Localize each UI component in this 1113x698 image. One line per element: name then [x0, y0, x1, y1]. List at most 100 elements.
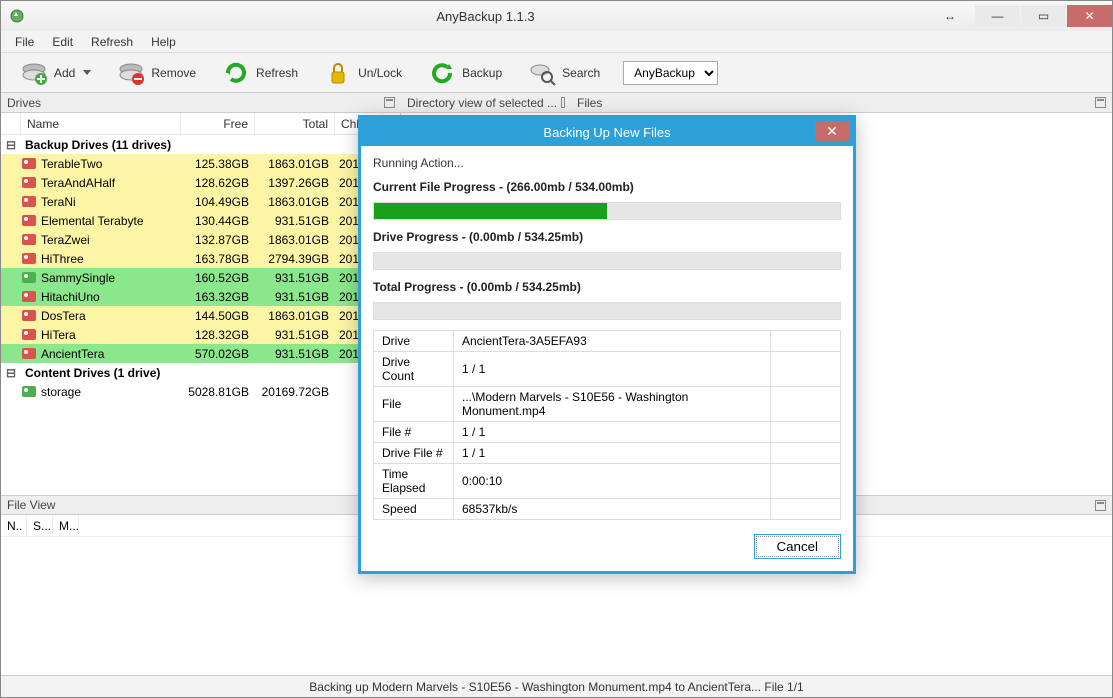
menu-refresh[interactable]: Refresh	[83, 33, 141, 51]
remove-icon	[117, 59, 145, 87]
drive-row[interactable]: AncientTera570.02GB931.51GB2014	[1, 344, 400, 363]
drive-progress-label: Drive Progress - (0.00mb / 534.25mb)	[373, 230, 841, 244]
drive-icon	[21, 310, 37, 321]
drive-name: TeraZwei	[37, 233, 181, 247]
drive-free: 104.49GB	[181, 195, 255, 209]
pane-header-directory[interactable]: Directory view of selected ...	[401, 96, 571, 110]
drive-row[interactable]: TeraAndAHalf128.62GB1397.26GB2014	[1, 173, 400, 192]
fileview-col-m[interactable]: M...	[53, 515, 79, 536]
col-name[interactable]: Name	[21, 113, 181, 134]
drive-name: Elemental Terabyte	[37, 214, 181, 228]
col-free[interactable]: Free	[181, 113, 255, 134]
menu-edit[interactable]: Edit	[44, 33, 81, 51]
info-key: Time Elapsed	[374, 464, 454, 499]
search-icon	[528, 59, 556, 87]
info-key: Speed	[374, 499, 454, 520]
backup-button[interactable]: Backup	[417, 54, 513, 92]
group-backup-drives[interactable]: ⊟ Backup Drives (11 drives)	[1, 135, 400, 154]
drive-row[interactable]: SammySingle160.52GB931.51GB2014	[1, 268, 400, 287]
drive-total: 1863.01GB	[255, 309, 335, 323]
group-content-drives[interactable]: ⊟ Content Drives (1 drive)	[1, 363, 400, 382]
total-progress-label: Total Progress - (0.00mb / 534.25mb)	[373, 280, 841, 294]
current-progress-bar	[373, 202, 841, 220]
drive-row[interactable]: TerableTwo125.38GB1863.01GB2014	[1, 154, 400, 173]
unlock-button[interactable]: Un/Lock	[313, 54, 413, 92]
info-key: File #	[374, 422, 454, 443]
drive-name: TerableTwo	[37, 157, 181, 171]
backup-select[interactable]: AnyBackup	[623, 61, 718, 85]
pane-box-icon[interactable]	[1095, 500, 1106, 511]
drive-icon	[21, 348, 37, 359]
drive-total: 20169.72GB	[255, 385, 335, 399]
info-val: 0:00:10	[454, 464, 771, 499]
dialog-title-bar[interactable]: Backing Up New Files ✕	[361, 118, 853, 146]
drive-name: storage	[37, 385, 181, 399]
col-total[interactable]: Total	[255, 113, 335, 134]
collapse-icon[interactable]: ⊟	[1, 366, 21, 380]
drive-name: HiThree	[37, 252, 181, 266]
refresh-button[interactable]: Refresh	[211, 54, 309, 92]
title-bar[interactable]: AnyBackup 1.1.3 ↔ — ▭ ✕	[1, 1, 1112, 31]
backup-label: Backup	[462, 66, 502, 80]
drive-total: 931.51GB	[255, 290, 335, 304]
unlock-label: Un/Lock	[358, 66, 402, 80]
drive-row[interactable]: TeraZwei132.87GB1863.01GB2014	[1, 230, 400, 249]
app-icon	[9, 8, 25, 24]
info-val: ...\Modern Marvels - S10E56 - Washington…	[454, 387, 771, 422]
fileview-col-s[interactable]: S...	[27, 515, 53, 536]
collapse-icon[interactable]: ⊟	[1, 138, 21, 152]
drive-row[interactable]: HiTera128.32GB931.51GB2014	[1, 325, 400, 344]
cancel-button[interactable]: Cancel	[754, 534, 842, 559]
lock-icon	[324, 59, 352, 87]
running-label: Running Action...	[373, 156, 841, 170]
drive-icon	[21, 253, 37, 264]
maximize-button[interactable]: ▭	[1021, 5, 1066, 27]
table-row: Drive Count1 / 1	[374, 352, 841, 387]
refresh-icon	[222, 59, 250, 87]
dialog-body: Running Action... Current File Progress …	[361, 146, 853, 524]
pane-box-icon[interactable]	[561, 97, 565, 108]
info-val: AncientTera-3A5EFA93	[454, 331, 771, 352]
pane-headers: Drives Directory view of selected ... Fi…	[1, 93, 1112, 113]
menu-help[interactable]: Help	[143, 33, 184, 51]
drive-row[interactable]: HitachiUno163.32GB931.51GB2014	[1, 287, 400, 306]
search-button[interactable]: Search	[517, 54, 611, 92]
info-key: File	[374, 387, 454, 422]
drive-free: 128.32GB	[181, 328, 255, 342]
drive-free: 125.38GB	[181, 157, 255, 171]
drives-columns: Name Free Total Chk...	[1, 113, 400, 135]
fileview-col-n[interactable]: N..	[1, 515, 27, 536]
close-button[interactable]: ✕	[1067, 5, 1112, 27]
table-row: File...\Modern Marvels - S10E56 - Washin…	[374, 387, 841, 422]
pane-box-icon[interactable]	[1095, 97, 1106, 108]
pane-box-icon[interactable]	[384, 97, 395, 108]
drives-pane: Name Free Total Chk... ⊟ Backup Drives (…	[1, 113, 401, 495]
drive-total: 1863.01GB	[255, 233, 335, 247]
drive-total: 931.51GB	[255, 271, 335, 285]
drive-row[interactable]: Elemental Terabyte130.44GB931.51GB2014	[1, 211, 400, 230]
drive-icon	[21, 329, 37, 340]
drive-free: 163.32GB	[181, 290, 255, 304]
info-val: 68537kb/s	[454, 499, 771, 520]
drive-row[interactable]: HiThree163.78GB2794.39GB2014	[1, 249, 400, 268]
menu-file[interactable]: File	[7, 33, 42, 51]
minimize-button[interactable]: —	[975, 5, 1020, 27]
add-button[interactable]: Add	[9, 54, 102, 92]
drive-row[interactable]: storage5028.81GB20169.72GB	[1, 382, 400, 401]
drive-name: TeraNi	[37, 195, 181, 209]
drive-icon	[21, 272, 37, 283]
drive-name: HitachiUno	[37, 290, 181, 304]
group-label: Backup Drives (11 drives)	[21, 138, 171, 152]
remove-label: Remove	[151, 66, 196, 80]
drive-row[interactable]: TeraNi104.49GB1863.01GB2014	[1, 192, 400, 211]
drive-icon	[21, 291, 37, 302]
remove-button[interactable]: Remove	[106, 54, 207, 92]
move-icon[interactable]: ↔	[938, 9, 962, 23]
drive-name: AncientTera	[37, 347, 181, 361]
drive-row[interactable]: DosTera144.50GB1863.01GB2014	[1, 306, 400, 325]
col-expand[interactable]	[1, 113, 21, 134]
add-label: Add	[54, 66, 75, 80]
dialog-close-button[interactable]: ✕	[815, 121, 849, 141]
pane-header-drives[interactable]: Drives	[1, 96, 401, 110]
pane-header-files[interactable]: Files	[571, 96, 1112, 110]
